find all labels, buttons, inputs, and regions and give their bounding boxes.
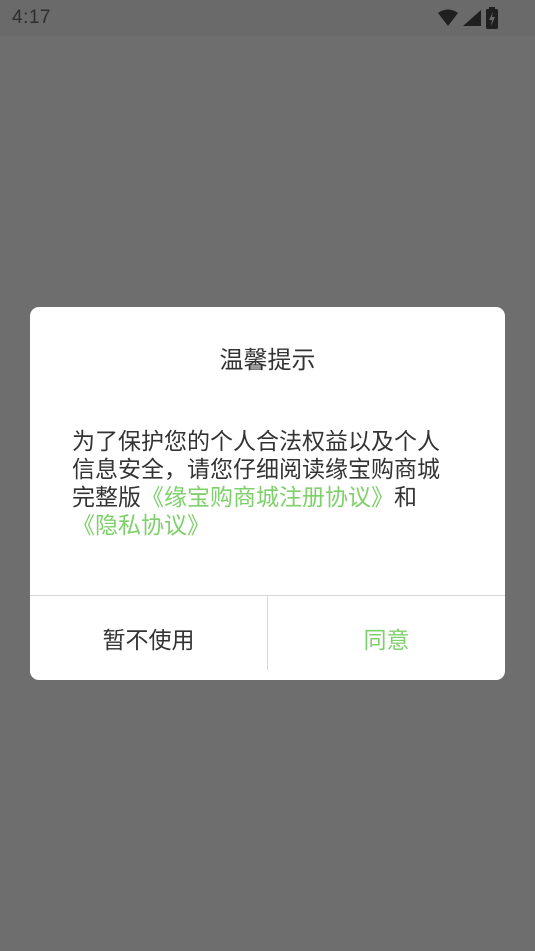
- status-bar: 4:17: [0, 0, 535, 36]
- battery-charging-icon: [485, 7, 499, 29]
- status-time: 4:17: [12, 7, 51, 28]
- and-text: 和: [394, 485, 417, 511]
- status-icons: [437, 7, 499, 29]
- cancel-button-label: 暂不使用: [102, 628, 195, 654]
- signal-icon: [462, 9, 482, 27]
- agree-button[interactable]: 同意: [268, 596, 505, 680]
- register-agreement-link[interactable]: 《缘宝购商城注册协议》: [141, 485, 394, 511]
- agree-button-label: 同意: [363, 628, 410, 654]
- wifi-icon: [437, 9, 459, 27]
- cancel-button[interactable]: 暂不使用: [30, 596, 267, 680]
- dialog-title: 温馨提示: [219, 346, 316, 374]
- dialog-body: 为了保护您的个人合法权益以及个人信息安全，请您仔细阅读缘宝购商城完整版《缘宝购商…: [72, 428, 462, 540]
- privacy-agreement-link[interactable]: 《隐私协议》: [72, 513, 210, 539]
